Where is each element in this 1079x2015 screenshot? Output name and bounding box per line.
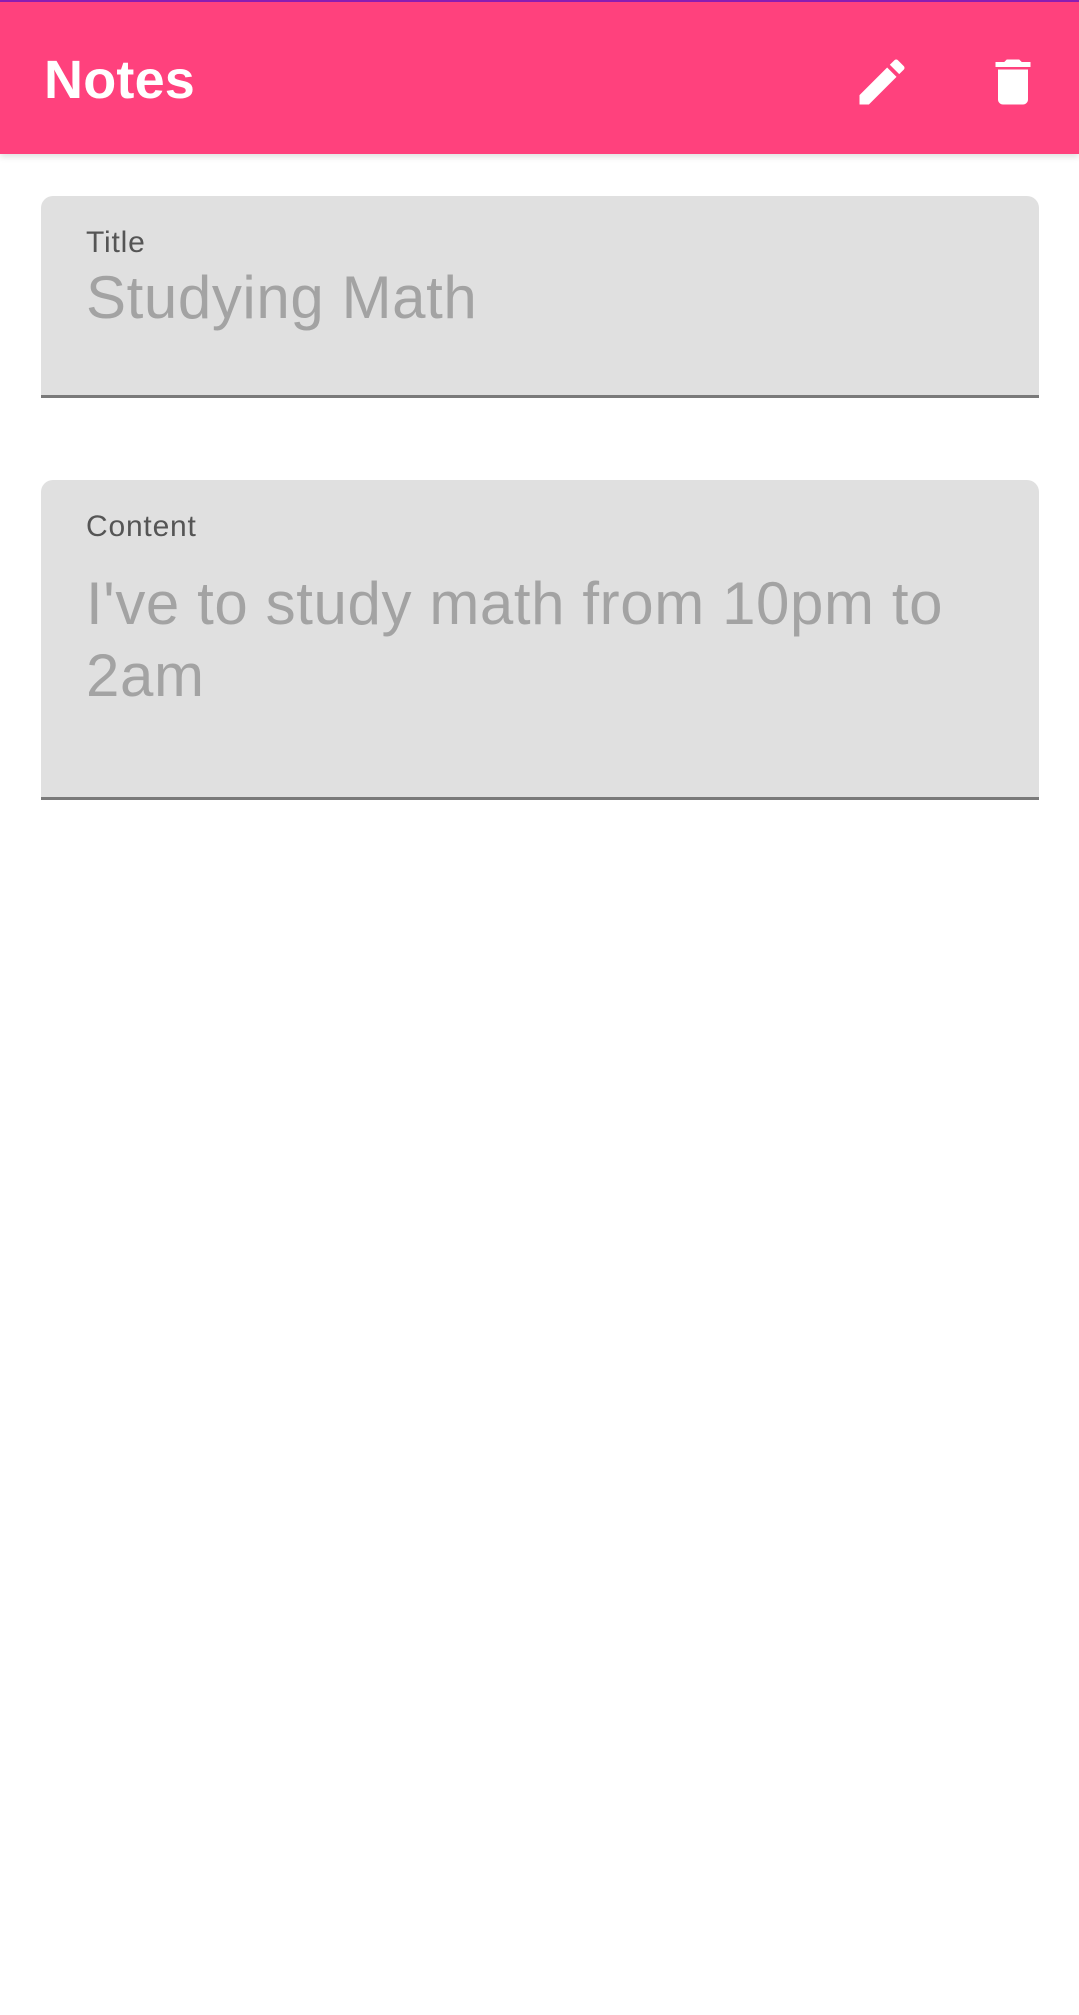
content-field[interactable]: Content I've to study math from 10pm to … [41,480,1039,800]
content-field-value[interactable]: I've to study math from 10pm to 2am [86,568,999,712]
trash-icon [995,59,1031,105]
title-field[interactable]: Title Studying Math [41,196,1039,398]
pencil-icon [859,59,905,105]
title-field-value[interactable]: Studying Math [86,262,999,334]
delete-button[interactable] [971,40,1055,124]
app-title: Notes [44,50,196,110]
app-bar: Notes [0,2,1079,154]
edit-button[interactable] [840,40,924,124]
content-field-label: Content [86,510,197,543]
title-field-label: Title [86,226,146,259]
